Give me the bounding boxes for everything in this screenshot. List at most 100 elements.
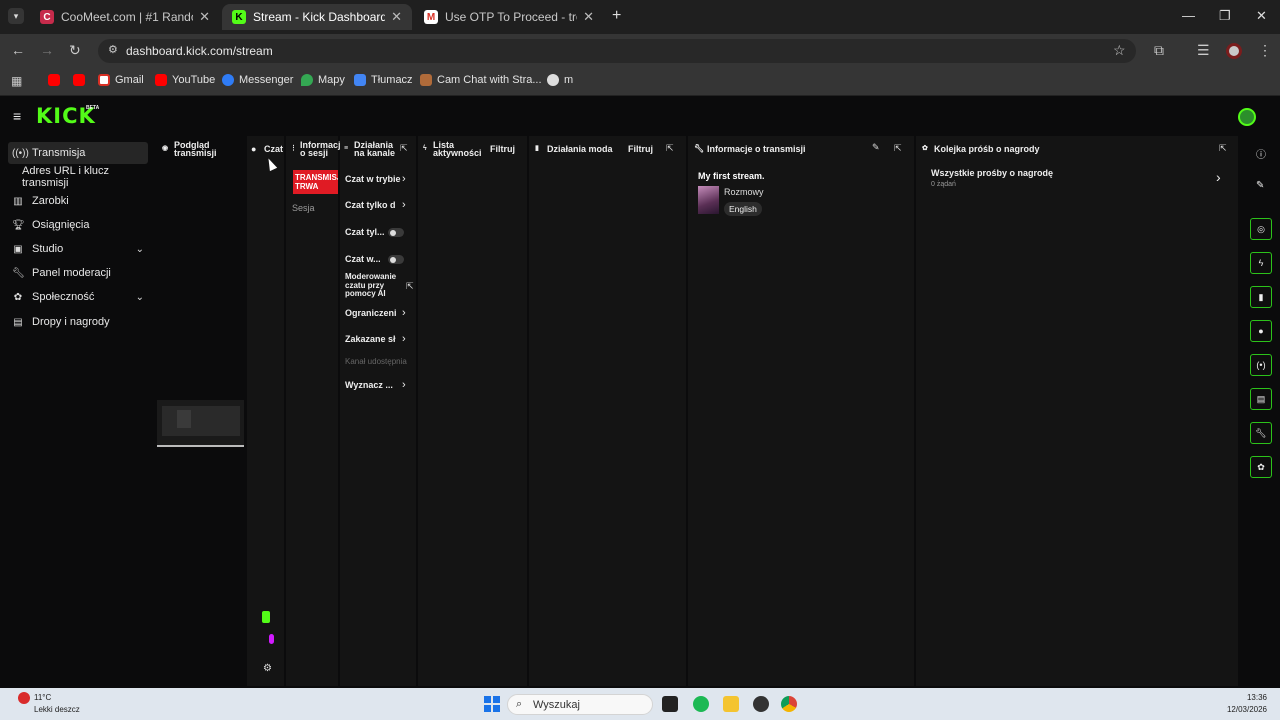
rewards-row-title: Wszystkie prośby o nagrodę <box>931 168 1054 178</box>
chrome-icon[interactable] <box>781 696 797 712</box>
chat-panel: ● Czat ⚙ <box>247 136 284 686</box>
new-tab-button[interactable]: + <box>612 7 621 25</box>
spotify-icon[interactable] <box>693 696 709 712</box>
weather-desc: Lekki deszcz <box>34 705 80 714</box>
popout-icon[interactable]: ⇱ <box>400 143 408 154</box>
kick-icon: K <box>232 10 246 24</box>
rail-activity-button[interactable]: ϟ <box>1250 252 1272 274</box>
toggle-switch[interactable] <box>388 255 404 264</box>
hamburger-menu-icon[interactable]: ≡ <box>13 108 21 124</box>
all-reward-requests-row[interactable]: Wszystkie prośby o nagrodę 0 żądań › <box>926 166 1226 194</box>
panel-title: Działania na kanale <box>354 140 396 158</box>
user-avatar[interactable] <box>1238 108 1256 126</box>
sidebar-item-stream-key[interactable]: Adres URL i klucz transmisji <box>8 165 148 189</box>
chevron-right-icon: › <box>402 307 406 319</box>
bookmark-mapy[interactable]: Mapy <box>301 74 345 86</box>
popout-icon[interactable]: ⇱ <box>666 143 674 154</box>
chat-followers-only-item[interactable]: Czat tylko d › <box>345 199 415 212</box>
sidebar-item-transmisja[interactable]: ((•)) Transmisja <box>8 142 148 164</box>
wrench-icon: 🔧︎ <box>12 267 25 279</box>
sidebar-item-label: Społeczność <box>32 291 95 303</box>
chat-slow-mode-item[interactable]: Czat w trybie › <box>345 173 415 186</box>
toggle-switch[interactable] <box>388 228 404 237</box>
browser-tab-gmail[interactable]: M Use OTP To Proceed - trolligan ✕ <box>414 4 604 30</box>
browser-menu-icon[interactable]: ⋮ <box>1258 42 1272 59</box>
bookmark-cam-chat[interactable]: Cam Chat with Stra... <box>420 74 542 86</box>
back-icon[interactable]: ← <box>11 42 25 58</box>
sidebar-item-studio[interactable]: ▣ Studio ⌄ <box>8 238 148 260</box>
popout-icon[interactable]: ⇱ <box>1219 143 1227 154</box>
url-text: dashboard.kick.com/stream <box>126 44 273 58</box>
edit-layout-icon[interactable]: ✎ <box>1256 180 1264 191</box>
profile-avatar[interactable] <box>1226 43 1242 59</box>
rail-channel-actions-button[interactable]: ▤ <box>1250 388 1272 410</box>
bookmark-label: Mapy <box>318 74 345 86</box>
rail-stream-info-button[interactable]: 🔧︎ <box>1250 422 1272 444</box>
browser-tab-coomeet[interactable]: C CooMeet.com | #1 Random Vid ✕ <box>30 4 220 30</box>
mod-actions-panel: ▮ Działania moda Filtruj ⇱ <box>529 136 686 686</box>
apps-grid-icon[interactable]: ▦ <box>11 74 22 88</box>
minimize-icon[interactable]: — <box>1182 8 1195 23</box>
bookmark-youtube[interactable]: YouTube <box>155 74 215 86</box>
close-window-icon[interactable]: ✕ <box>1256 8 1267 24</box>
language-tag: English <box>724 202 762 216</box>
microphone-icon[interactable] <box>269 634 274 644</box>
filter-button[interactable]: Filtruj <box>628 145 653 154</box>
tab-close-icon[interactable]: ✕ <box>583 9 594 25</box>
taskbar-search[interactable]: ⌕ Wyszukaj <box>507 694 653 715</box>
sidebar-item-osiagniecia[interactable]: 🏆︎ Osiągnięcia <box>8 214 148 236</box>
browser-tab-kick[interactable]: K Stream - Kick Dashboard ✕ <box>222 4 412 30</box>
bookmark-star-icon[interactable]: ☆ <box>1113 42 1126 59</box>
extensions-icon[interactable]: ⧉ <box>1154 42 1164 59</box>
tab-close-icon[interactable]: ✕ <box>199 9 210 25</box>
bookmark-label: Cam Chat with Stra... <box>437 74 542 86</box>
trophy-icon: 🏆︎ <box>12 219 25 231</box>
assign-item[interactable]: Wyznacz ... › <box>345 379 415 392</box>
restore-icon[interactable]: ❐ <box>1219 8 1231 24</box>
bookmark-youtube-icon-1[interactable] <box>48 74 65 86</box>
weather-alert-icon[interactable] <box>18 692 30 704</box>
bookmark-m[interactable]: m <box>547 74 573 86</box>
chat-settings-gear-icon[interactable]: ⚙ <box>263 663 272 674</box>
media-control-icon[interactable]: ☰ <box>1197 42 1210 59</box>
bookmark-youtube-icon-2[interactable] <box>73 74 90 86</box>
bookmark-label: Messenger <box>239 74 294 86</box>
ai-moderation-item[interactable]: Moderowanie czatu przy pomocy AI ⇱ <box>345 272 415 301</box>
obs-icon[interactable] <box>753 696 769 712</box>
sidebar-item-zarobki[interactable]: ▥ Zarobki <box>8 190 148 212</box>
bookmark-gmail[interactable]: Gmail <box>98 74 144 86</box>
address-bar[interactable]: ⚙ dashboard.kick.com/stream ☆ <box>98 39 1136 63</box>
drag-handle-icon[interactable]: ⋮ <box>290 145 297 153</box>
rail-broadcast-button[interactable]: (•) <box>1250 354 1272 376</box>
drag-handle-icon[interactable]: ≡ <box>344 145 348 153</box>
info-icon[interactable]: ⓘ <box>1256 146 1266 161</box>
tab-search-chevron-icon[interactable]: ▾ <box>8 8 24 24</box>
action-label: Kanał udostępnia <box>345 357 407 366</box>
stream-preview-thumbnail[interactable] <box>157 400 244 447</box>
bookmark-translate[interactable]: Tłumacz <box>354 74 413 86</box>
bookmark-messenger[interactable]: Messenger <box>222 74 293 86</box>
chevron-down-icon: ⌄ <box>135 291 144 303</box>
popout-icon[interactable]: ⇱ <box>894 143 902 154</box>
taskbar-date: 12/03/2026 <box>1226 705 1267 714</box>
file-explorer-icon[interactable] <box>723 696 739 712</box>
eye-icon: ◉ <box>162 145 169 152</box>
taskview-icon[interactable] <box>662 696 678 712</box>
site-info-icon[interactable]: ⚙ <box>108 43 118 56</box>
edit-pencil-icon[interactable]: ✎ <box>872 142 880 153</box>
translate-icon <box>354 74 366 86</box>
windows-start-icon[interactable] <box>484 696 500 712</box>
banned-words-item[interactable]: Zakazane sł › <box>345 333 415 346</box>
reload-icon[interactable]: ↻ <box>69 42 81 59</box>
tab-close-icon[interactable]: ✕ <box>391 9 402 25</box>
filter-button[interactable]: Filtruj <box>490 145 515 154</box>
rail-preview-button[interactable]: ◎ <box>1250 218 1272 240</box>
rail-mod-actions-button[interactable]: ▮ <box>1250 286 1272 308</box>
rail-rewards-button[interactable]: ✿ <box>1250 456 1272 478</box>
rail-chat-button[interactable]: ● <box>1250 320 1272 342</box>
forward-icon[interactable]: → <box>40 42 54 58</box>
sidebar-item-panel-moderacji[interactable]: 🔧︎ Panel moderacji <box>8 262 148 284</box>
sidebar-item-dropy[interactable]: ▤ Dropy i nagrody <box>8 311 148 333</box>
restricted-users-item[interactable]: Ograniczeni › <box>345 307 415 320</box>
sidebar-item-spolecznosc[interactable]: ✿ Społeczność ⌄ <box>8 286 148 308</box>
